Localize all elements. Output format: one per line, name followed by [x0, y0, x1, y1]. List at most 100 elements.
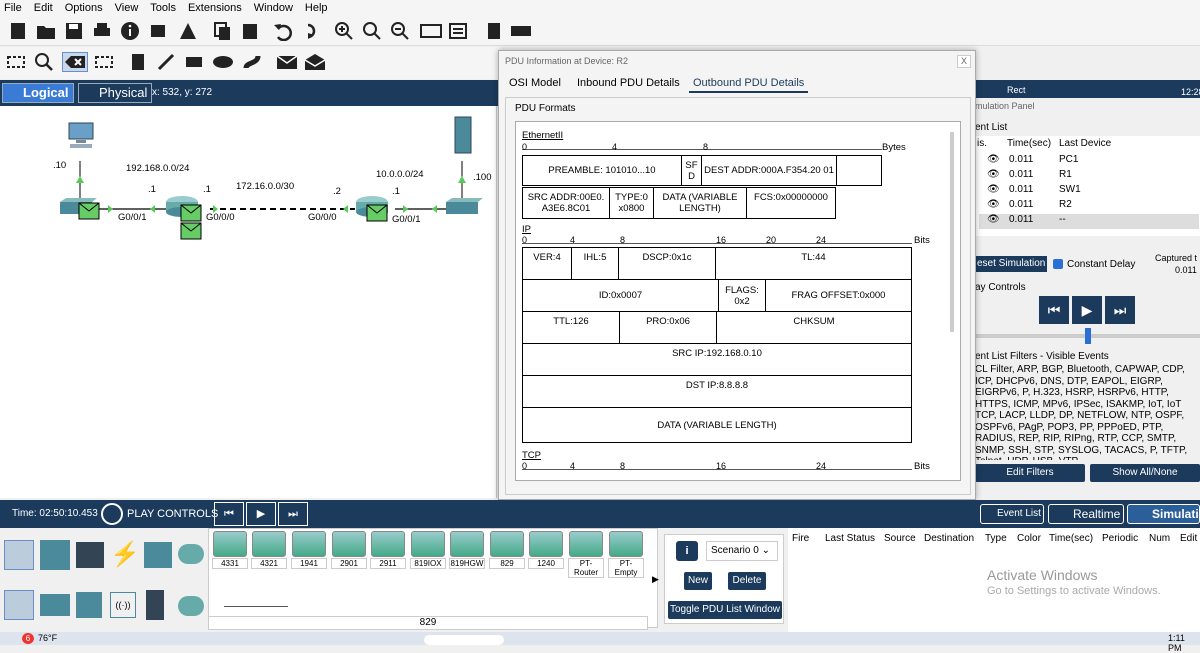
network-wizard-icon[interactable] [150, 21, 170, 41]
event-row[interactable]: 👁 0.011 R2 [979, 199, 1199, 214]
reset-simulation-button[interactable]: eset Simulation [975, 256, 1047, 272]
constant-delay-checkbox[interactable] [1053, 259, 1063, 269]
menu-extensions[interactable]: Extensions [188, 2, 242, 14]
menu-options[interactable]: Options [65, 2, 103, 14]
drawing-palette-icon[interactable] [420, 21, 442, 41]
components-icon[interactable] [76, 542, 104, 568]
draw-line-icon[interactable] [156, 52, 176, 72]
print-icon[interactable] [92, 21, 112, 41]
menu-window[interactable]: Window [254, 2, 293, 14]
event-row-selected[interactable]: 👁 0.011 -- [979, 214, 1199, 229]
place-note-icon[interactable] [128, 52, 148, 72]
end-devices-icon[interactable] [40, 540, 70, 570]
close-button[interactable]: X [957, 55, 971, 68]
pdu-envelope-icon[interactable] [78, 202, 100, 220]
sw2-device[interactable] [444, 196, 484, 216]
scenario-select[interactable]: Scenario 0 ⌄ [706, 541, 778, 561]
tab-outbound-pdu[interactable]: Outbound PDU Details [689, 75, 809, 93]
menu-help[interactable]: Help [305, 2, 328, 14]
zoom-out-icon[interactable] [390, 21, 410, 41]
security-icon[interactable] [146, 590, 164, 620]
model-scrollbar[interactable] [224, 606, 288, 607]
step-back-button[interactable]: ⏮ [1039, 296, 1069, 324]
switches-icon[interactable] [40, 594, 70, 616]
wireless-icon[interactable]: ((·)) [110, 592, 136, 618]
tab-inbound-pdu[interactable]: Inbound PDU Details [573, 75, 684, 91]
menu-edit[interactable]: Edit [34, 2, 53, 14]
add-complex-pdu-icon[interactable] [304, 52, 326, 72]
notes-icon[interactable] [484, 21, 504, 41]
undo-icon[interactable] [272, 21, 292, 42]
delete-scenario-button[interactable]: Delete [728, 572, 766, 590]
wan-emulation-icon[interactable] [178, 596, 204, 616]
event-row[interactable]: 👁 0.011 PC1 [979, 154, 1199, 169]
event-list-button[interactable]: Event List [980, 504, 1044, 524]
add-simple-pdu-icon[interactable] [276, 52, 298, 72]
router-model-4331[interactable]: 4331 [212, 531, 248, 571]
freeform-icon[interactable] [242, 52, 262, 72]
activity-wizard-icon[interactable] [178, 21, 198, 41]
toggle-pdu-list-button[interactable]: Toggle PDU List Window [668, 601, 782, 619]
logical-workspace[interactable]: .10 192.168.0.0/24 .1 .1 172.16.0.0/30 .… [0, 106, 497, 498]
paste-icon[interactable] [240, 21, 260, 41]
play-button[interactable]: ▶ [1072, 296, 1102, 324]
show-all-none-button[interactable]: Show All/None [1090, 464, 1200, 482]
router-model-829[interactable]: 829 [489, 531, 525, 571]
play-button[interactable]: ▶ [246, 502, 276, 526]
router-model-819iox[interactable]: 819IOX [410, 531, 446, 571]
physical-mode-button[interactable]: Physical [78, 83, 153, 103]
zoom-reset-icon[interactable] [362, 21, 382, 41]
hubs-icon[interactable] [76, 592, 102, 618]
connections-icon[interactable]: ⚡ [110, 540, 140, 570]
misc-icon[interactable] [144, 542, 172, 568]
save-icon[interactable] [64, 21, 84, 41]
expand-arrow-icon[interactable]: ▶ [652, 574, 659, 585]
draw-ellipse-icon[interactable] [212, 52, 233, 72]
edit-filters-button[interactable]: Edit Filters [975, 464, 1085, 482]
router-model-pt-empty[interactable]: PT-Empty [608, 531, 644, 578]
menu-tools[interactable]: Tools [150, 2, 176, 14]
delete-icon[interactable] [62, 52, 88, 72]
pdu-envelope-icon[interactable] [366, 204, 388, 222]
draw-rectangle-icon[interactable] [184, 52, 204, 72]
speed-slider[interactable] [975, 328, 1200, 344]
info-icon[interactable] [120, 21, 140, 41]
select-icon[interactable] [6, 52, 26, 72]
frame-scrollbar[interactable] [950, 132, 954, 332]
event-row[interactable]: 👁 0.011 R1 [979, 169, 1199, 184]
taskbar-search-input[interactable] [424, 635, 504, 645]
menu-file[interactable]: File [4, 2, 22, 14]
pc1-device[interactable] [66, 122, 96, 150]
pdu-envelope-icon[interactable] [180, 204, 202, 222]
router-model-1240[interactable]: 1240 [528, 531, 564, 571]
server-device[interactable] [454, 116, 472, 154]
routers-icon[interactable] [4, 590, 34, 620]
router-model-4321[interactable]: 4321 [251, 531, 287, 571]
info-icon[interactable]: i [676, 541, 698, 561]
open-folder-icon[interactable] [36, 21, 56, 41]
router-model-pt-router[interactable]: PT-Router [568, 531, 604, 578]
redo-icon[interactable] [300, 21, 320, 41]
router-model-2911[interactable]: 2911 [370, 531, 406, 571]
new-scenario-button[interactable]: New [684, 572, 712, 590]
inspect-icon[interactable] [34, 52, 54, 72]
clock-icon[interactable] [101, 503, 123, 525]
realtime-button[interactable]: Realtime [1048, 504, 1124, 524]
event-row[interactable]: 👁 0.011 SW1 [979, 184, 1199, 199]
step-back-button[interactable]: ⏮ [214, 502, 244, 526]
step-forward-button[interactable]: ⏭ [278, 502, 308, 526]
copy-icon[interactable] [212, 21, 232, 41]
custom-device-icon[interactable] [448, 21, 468, 41]
router-model-1941[interactable]: 1941 [291, 531, 327, 571]
router-model-2901[interactable]: 2901 [331, 531, 367, 571]
multiuser-icon[interactable] [178, 544, 204, 564]
new-file-icon[interactable] [8, 21, 28, 41]
step-forward-button[interactable]: ⏭ [1105, 296, 1135, 324]
simulation-button[interactable]: Simulati [1127, 504, 1200, 524]
logical-mode-button[interactable]: Logical [2, 83, 74, 103]
network-devices-icon[interactable] [4, 540, 34, 570]
server-icon[interactable] [510, 21, 531, 41]
menu-view[interactable]: View [115, 2, 139, 14]
router-model-819hgw[interactable]: 819HGW [449, 531, 485, 571]
resize-icon[interactable] [94, 52, 114, 72]
